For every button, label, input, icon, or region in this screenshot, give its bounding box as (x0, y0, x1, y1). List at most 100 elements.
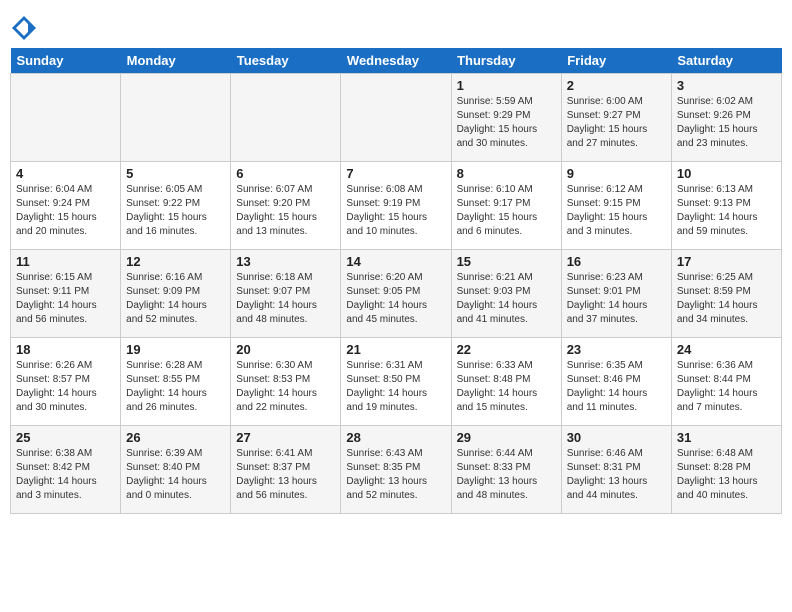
day-number: 7 (346, 166, 445, 181)
calendar-week-row: 18 Sunrise: 6:26 AM Sunset: 8:57 PM Dayli… (11, 338, 782, 426)
day-number: 12 (126, 254, 225, 269)
day-number: 4 (16, 166, 115, 181)
logo (10, 14, 42, 42)
day-info: Sunrise: 6:12 AM Sunset: 9:15 PM Dayligh… (567, 183, 666, 239)
logo-icon (10, 14, 38, 42)
day-info: Sunrise: 5:59 AM Sunset: 9:29 PM Dayligh… (457, 95, 556, 151)
day-info: Sunrise: 6:46 AM Sunset: 8:31 PM Dayligh… (567, 447, 666, 503)
day-info: Sunrise: 6:07 AM Sunset: 9:20 PM Dayligh… (236, 183, 335, 239)
day-info: Sunrise: 6:43 AM Sunset: 8:35 PM Dayligh… (346, 447, 445, 503)
weekday-header-tuesday: Tuesday (231, 48, 341, 74)
day-info: Sunrise: 6:48 AM Sunset: 8:28 PM Dayligh… (677, 447, 776, 503)
day-info: Sunrise: 6:15 AM Sunset: 9:11 PM Dayligh… (16, 271, 115, 327)
calendar-cell: 1 Sunrise: 5:59 AM Sunset: 9:29 PM Daylig… (451, 74, 561, 162)
calendar-table: SundayMondayTuesdayWednesdayThursdayFrid… (10, 48, 782, 514)
page-header (10, 10, 782, 42)
calendar-cell: 12 Sunrise: 6:16 AM Sunset: 9:09 PM Dayli… (121, 250, 231, 338)
day-info: Sunrise: 6:16 AM Sunset: 9:09 PM Dayligh… (126, 271, 225, 327)
calendar-body: 1 Sunrise: 5:59 AM Sunset: 9:29 PM Daylig… (11, 74, 782, 514)
weekday-header-saturday: Saturday (671, 48, 781, 74)
calendar-cell: 15Sunrise: 6:21 AM Sunset: 9:03 PM Dayli… (451, 250, 561, 338)
day-info: Sunrise: 6:36 AM Sunset: 8:44 PM Dayligh… (677, 359, 776, 415)
calendar-cell: 11 Sunrise: 6:15 AM Sunset: 9:11 PM Dayli… (11, 250, 121, 338)
day-info: Sunrise: 6:31 AM Sunset: 8:50 PM Dayligh… (346, 359, 445, 415)
day-info: Sunrise: 6:41 AM Sunset: 8:37 PM Dayligh… (236, 447, 335, 503)
calendar-cell: 31 Sunrise: 6:48 AM Sunset: 8:28 PM Dayli… (671, 426, 781, 514)
day-number: 10 (677, 166, 776, 181)
weekday-header-wednesday: Wednesday (341, 48, 451, 74)
calendar-cell: 29 Sunrise: 6:44 AM Sunset: 8:33 PM Dayli… (451, 426, 561, 514)
day-info: Sunrise: 6:00 AM Sunset: 9:27 PM Dayligh… (567, 95, 666, 151)
day-number: 30 (567, 430, 666, 445)
weekday-header-sunday: Sunday (11, 48, 121, 74)
day-number: 26 (126, 430, 225, 445)
day-info: Sunrise: 6:13 AM Sunset: 9:13 PM Dayligh… (677, 183, 776, 239)
day-info: Sunrise: 6:35 AM Sunset: 8:46 PM Dayligh… (567, 359, 666, 415)
day-info: Sunrise: 6:10 AM Sunset: 9:17 PM Dayligh… (457, 183, 556, 239)
day-info: Sunrise: 6:39 AM Sunset: 8:40 PM Dayligh… (126, 447, 225, 503)
day-number: 18 (16, 342, 115, 357)
calendar-cell: 14 Sunrise: 6:20 AM Sunset: 9:05 PM Dayli… (341, 250, 451, 338)
day-number: 9 (567, 166, 666, 181)
weekday-header-thursday: Thursday (451, 48, 561, 74)
day-number: 31 (677, 430, 776, 445)
calendar-cell: 3 Sunrise: 6:02 AM Sunset: 9:26 PM Daylig… (671, 74, 781, 162)
day-number: 13 (236, 254, 335, 269)
calendar-week-row: 11 Sunrise: 6:15 AM Sunset: 9:11 PM Dayli… (11, 250, 782, 338)
calendar-cell: 7 Sunrise: 6:08 AM Sunset: 9:19 PM Daylig… (341, 162, 451, 250)
day-number: 17 (677, 254, 776, 269)
calendar-cell (121, 74, 231, 162)
day-info: Sunrise: 6:20 AM Sunset: 9:05 PM Dayligh… (346, 271, 445, 327)
day-info: Sunrise: 6:25 AM Sunset: 8:59 PM Dayligh… (677, 271, 776, 327)
calendar-cell: 13 Sunrise: 6:18 AM Sunset: 9:07 PM Dayli… (231, 250, 341, 338)
calendar-cell: 20Sunrise: 6:30 AM Sunset: 8:53 PM Dayli… (231, 338, 341, 426)
calendar-cell: 18 Sunrise: 6:26 AM Sunset: 8:57 PM Dayli… (11, 338, 121, 426)
day-number: 19 (126, 342, 225, 357)
day-number: 29 (457, 430, 556, 445)
calendar-cell (231, 74, 341, 162)
day-number: 25 (16, 430, 115, 445)
weekday-header-row: SundayMondayTuesdayWednesdayThursdayFrid… (11, 48, 782, 74)
calendar-cell: 27 Sunrise: 6:41 AM Sunset: 8:37 PM Dayli… (231, 426, 341, 514)
calendar-cell: 17 Sunrise: 6:25 AM Sunset: 8:59 PM Dayli… (671, 250, 781, 338)
calendar-cell: 5Sunrise: 6:05 AM Sunset: 9:22 PM Daylig… (121, 162, 231, 250)
day-info: Sunrise: 6:28 AM Sunset: 8:55 PM Dayligh… (126, 359, 225, 415)
day-number: 2 (567, 78, 666, 93)
day-info: Sunrise: 6:44 AM Sunset: 8:33 PM Dayligh… (457, 447, 556, 503)
calendar-header: SundayMondayTuesdayWednesdayThursdayFrid… (11, 48, 782, 74)
day-number: 21 (346, 342, 445, 357)
day-number: 5 (126, 166, 225, 181)
calendar-cell: 26 Sunrise: 6:39 AM Sunset: 8:40 PM Dayli… (121, 426, 231, 514)
calendar-cell: 9 Sunrise: 6:12 AM Sunset: 9:15 PM Daylig… (561, 162, 671, 250)
day-number: 24 (677, 342, 776, 357)
day-number: 22 (457, 342, 556, 357)
calendar-cell: 22 Sunrise: 6:33 AM Sunset: 8:48 PM Dayli… (451, 338, 561, 426)
day-number: 27 (236, 430, 335, 445)
day-info: Sunrise: 6:02 AM Sunset: 9:26 PM Dayligh… (677, 95, 776, 151)
day-info: Sunrise: 6:33 AM Sunset: 8:48 PM Dayligh… (457, 359, 556, 415)
calendar-cell: 25Sunrise: 6:38 AM Sunset: 8:42 PM Dayli… (11, 426, 121, 514)
calendar-week-row: 25Sunrise: 6:38 AM Sunset: 8:42 PM Dayli… (11, 426, 782, 514)
day-number: 14 (346, 254, 445, 269)
calendar-cell: 28Sunrise: 6:43 AM Sunset: 8:35 PM Dayli… (341, 426, 451, 514)
day-number: 23 (567, 342, 666, 357)
calendar-cell: 4Sunrise: 6:04 AM Sunset: 9:24 PM Daylig… (11, 162, 121, 250)
calendar-cell: 8 Sunrise: 6:10 AM Sunset: 9:17 PM Daylig… (451, 162, 561, 250)
calendar-cell: 16Sunrise: 6:23 AM Sunset: 9:01 PM Dayli… (561, 250, 671, 338)
day-number: 1 (457, 78, 556, 93)
calendar-cell: 10 Sunrise: 6:13 AM Sunset: 9:13 PM Dayli… (671, 162, 781, 250)
weekday-header-monday: Monday (121, 48, 231, 74)
day-info: Sunrise: 6:21 AM Sunset: 9:03 PM Dayligh… (457, 271, 556, 327)
day-info: Sunrise: 6:18 AM Sunset: 9:07 PM Dayligh… (236, 271, 335, 327)
day-info: Sunrise: 6:26 AM Sunset: 8:57 PM Dayligh… (16, 359, 115, 415)
calendar-cell: 30 Sunrise: 6:46 AM Sunset: 8:31 PM Dayli… (561, 426, 671, 514)
calendar-cell (11, 74, 121, 162)
day-number: 3 (677, 78, 776, 93)
calendar-cell (341, 74, 451, 162)
calendar-cell: 2 Sunrise: 6:00 AM Sunset: 9:27 PM Daylig… (561, 74, 671, 162)
day-info: Sunrise: 6:08 AM Sunset: 9:19 PM Dayligh… (346, 183, 445, 239)
day-number: 11 (16, 254, 115, 269)
day-number: 8 (457, 166, 556, 181)
calendar-week-row: 1 Sunrise: 5:59 AM Sunset: 9:29 PM Daylig… (11, 74, 782, 162)
day-number: 6 (236, 166, 335, 181)
